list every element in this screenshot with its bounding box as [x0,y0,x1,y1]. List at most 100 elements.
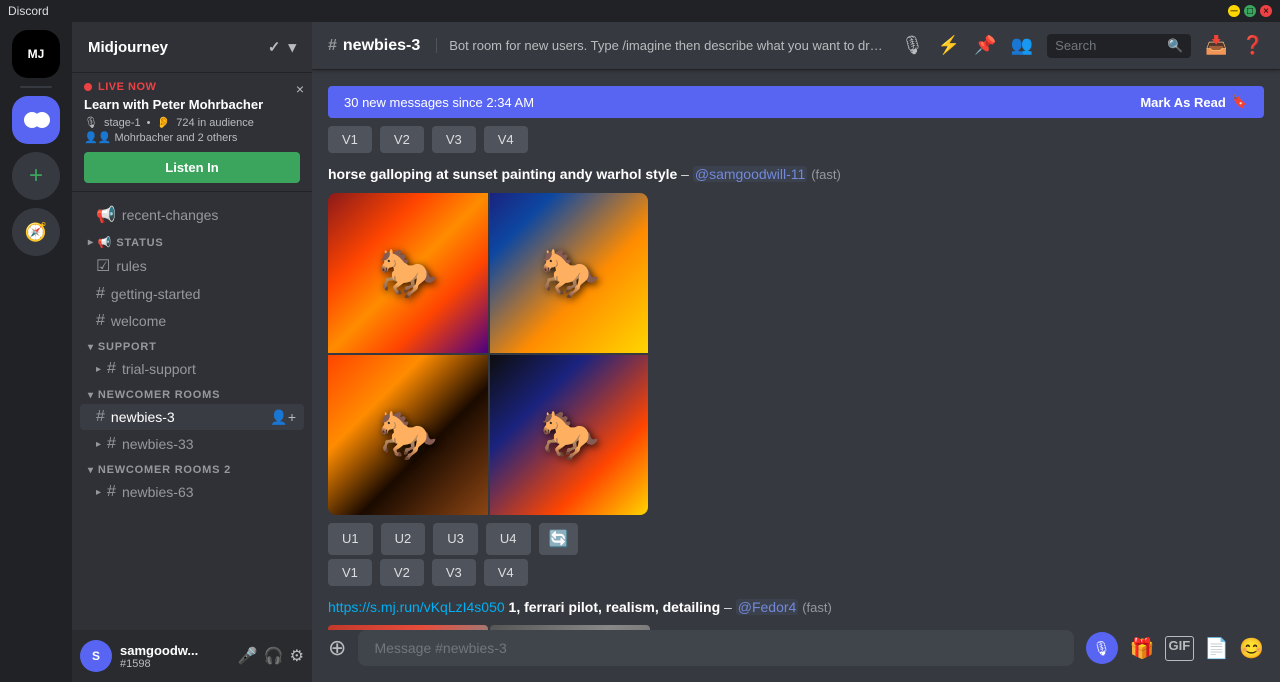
sticker-icon[interactable]: 📄 [1204,636,1229,661]
gif-icon[interactable]: GIF [1165,636,1195,661]
refresh-button[interactable]: 🔄 [539,523,579,555]
header-channel-name: newbies-3 [343,37,420,55]
inbox-icon[interactable]: 📥 [1205,35,1227,56]
server-icon-add[interactable]: + [12,152,60,200]
category-newcomer2-label: NEWCOMER ROOMS 2 [98,464,231,476]
title-bar-title: Discord [8,4,49,18]
message-area[interactable]: 30 new messages since 2:34 AM Mark As Re… [312,70,1280,630]
channel-label-trial-support: trial-support [122,361,196,377]
search-bar[interactable]: Search 🔍 [1047,34,1191,58]
channel-label-rules: rules [116,258,146,274]
audience-icon: 👂 [157,116,171,129]
title-bar: Discord ─ □ × [0,0,1280,22]
header-icons: 🎙 ⚡ 📌 👥 Search 🔍 📥 ❓ [901,34,1264,58]
server-header-icons: ✓ ▾ [268,38,296,56]
ferrari-speed: (fast) [802,600,832,615]
newbies3-badge: 👤+ [270,409,296,426]
category-status[interactable]: ▸ 📢 status [72,230,312,251]
version-buttons-row-1: V1 V2 V3 V4 [328,126,1264,153]
v1-button-second[interactable]: V1 [328,559,372,586]
gift-icon[interactable]: 🎁 [1130,636,1155,661]
image-url-link[interactable]: https://s.mj.run/vKqLzI4s050 [328,599,505,615]
channel-item-trial-support[interactable]: ▸ # trial-support [80,356,304,382]
status-icon: 📢 [98,236,113,249]
horse-silhouette-2 [490,193,648,353]
horse-image-3 [328,355,488,515]
channel-label-newbies33: newbies-33 [122,436,194,452]
stage-icon: 🎙 [84,116,98,129]
v1-button-first[interactable]: V1 [328,126,372,153]
listen-in-button[interactable]: Listen In [84,152,300,183]
channel-label: recent-changes [122,207,219,223]
channel-item-getting-started[interactable]: # getting-started [80,281,304,307]
live-banner-header: LIVE NOW [84,81,300,93]
channel-item-welcome[interactable]: # welcome [80,308,304,334]
v4-button-first[interactable]: V4 [484,126,528,153]
settings-icon[interactable]: ⚙ [290,646,304,666]
emoji-icon[interactable]: 😊 [1239,636,1264,661]
input-icons: 🎁 GIF 📄 😊 [1130,636,1264,661]
u3-button[interactable]: U3 [433,523,478,555]
input-area: ⊕ 🎙 🎁 GIF 📄 😊 [312,630,1280,682]
voice-activity-button[interactable]: 🎙 [1086,632,1118,664]
mic-icon[interactable]: 🎤 [238,646,258,666]
user-info: samgoodw... #1598 [120,643,230,670]
channel-label-newbies63: newbies-63 [122,484,194,500]
server-header[interactable]: Midjourney ✓ ▾ [72,22,312,73]
bolt-icon[interactable]: ⚡ [938,35,960,56]
v4-button-second[interactable]: V4 [484,559,528,586]
channel-item-newbies-3[interactable]: # newbies-3 👤+ [80,404,304,430]
u4-button[interactable]: U4 [486,523,531,555]
pin-icon[interactable]: 📌 [974,35,996,56]
help-icon[interactable]: ❓ [1242,35,1264,56]
minimize-button[interactable]: ─ [1228,5,1240,17]
close-live-banner-button[interactable]: × [296,81,304,97]
channel-item-newbies-33[interactable]: ▸ # newbies-33 [80,431,304,457]
category-label: status [116,237,163,249]
hash-icon-welcome: # [96,312,105,330]
search-icon: 🔍 [1167,38,1183,54]
server-divider [20,86,52,88]
channel-description: Bot room for new users. Type /imagine th… [436,38,889,53]
stage-header-icon[interactable]: 🎙 [901,35,924,56]
message-ferrari-text: https://s.mj.run/vKqLzI4s050 1, ferrari … [328,598,1264,618]
server-icon-midjourney[interactable]: MJ [12,30,60,78]
bookmark-icon: 🔖 [1232,94,1248,110]
v3-button-first[interactable]: V3 [432,126,476,153]
v2-button-first[interactable]: V2 [380,126,424,153]
category-newcomer-rooms[interactable]: ▾ NEWCOMER ROOMS [72,383,312,403]
live-meta: 🎙 stage-1 • 👂 724 in audience [84,116,300,129]
chevron-icon-newcomer2: ▾ [88,465,94,476]
mark-as-read-button[interactable]: Mark As Read 🔖 [1140,94,1248,110]
chevron-icon-support: ▾ [88,342,94,353]
v2-button-second[interactable]: V2 [380,559,424,586]
channel-item-recent-changes[interactable]: 📢 recent-changes [80,201,304,229]
category-support[interactable]: ▾ SUPPORT [72,335,312,355]
ferrari-prompt: 1, ferrari pilot, realism, detailing [509,599,721,615]
separator: – [681,166,693,182]
channel-item-rules[interactable]: ☑ rules [80,252,304,280]
server-icon-explore[interactable]: 🧭 [12,208,60,256]
headphones-icon[interactable]: 🎧 [264,646,284,666]
message-input[interactable] [358,630,1073,666]
check-icon: ✓ [268,38,281,56]
v3-button-second[interactable]: V3 [432,559,476,586]
u2-button[interactable]: U2 [381,523,426,555]
close-button[interactable]: × [1260,5,1272,17]
app-layout: MJ + 🧭 Midjourney ✓ ▾ LIVE NOW Learn wit [0,22,1280,682]
add-attachment-button[interactable]: ⊕ [328,635,346,661]
discord-wordmark: Discord [8,4,49,18]
server-name: Midjourney [88,39,168,56]
channel-item-newbies-63[interactable]: ▸ # newbies-63 [80,479,304,505]
server-icon-discord-home[interactable] [12,96,60,144]
u1-button[interactable]: U1 [328,523,373,555]
new-messages-text: 30 new messages since 2:34 AM [344,95,534,110]
channel-label-newbies3: newbies-3 [111,409,175,425]
category-newcomer-rooms-2[interactable]: ▾ NEWCOMER ROOMS 2 [72,458,312,478]
message-ferrari: https://s.mj.run/vKqLzI4s050 1, ferrari … [328,598,1264,630]
maximize-button[interactable]: □ [1244,5,1256,17]
author-mention: @samgoodwill-11 [693,166,807,182]
live-banner: LIVE NOW Learn with Peter Mohrbacher 🎙 s… [72,73,312,192]
image-grid-horse [328,193,648,515]
members-icon[interactable]: 👥 [1011,35,1033,56]
